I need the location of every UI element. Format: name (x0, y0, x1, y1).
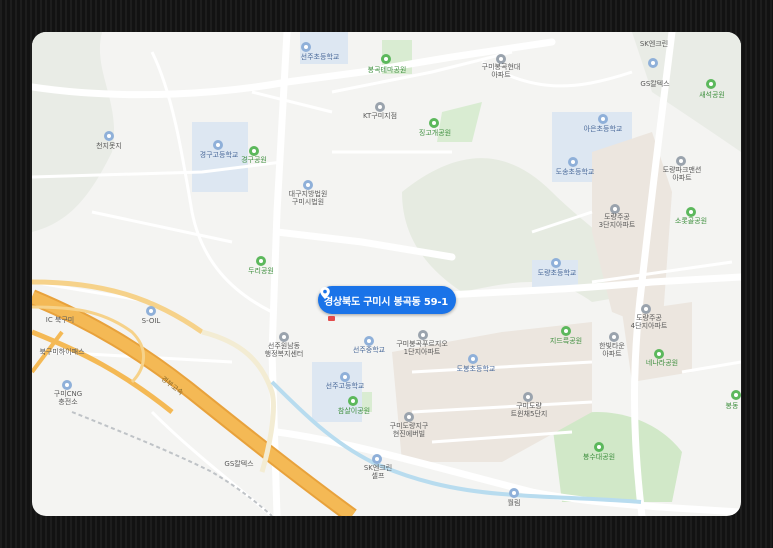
apartment-icon (641, 304, 651, 314)
label-kt-gumi[interactable]: KT구미지점 (363, 112, 397, 120)
school-icon[interactable] (301, 42, 311, 52)
park-icon[interactable] (381, 54, 391, 64)
label-bukgumi-hipass[interactable]: 북구미하이패스 (39, 348, 84, 356)
label-dobong-elem[interactable]: 도봉초등학교 (457, 365, 496, 373)
map-viewport[interactable]: 선주초등학교 봉곡테마공원 구미봉곡현대 아파트 SK엔크린 GS칼텍스 새석공… (32, 32, 741, 516)
label-wolrim[interactable]: 월림 (508, 499, 521, 507)
court-icon[interactable] (303, 180, 313, 190)
park-icon[interactable] (594, 442, 604, 452)
station-icon[interactable] (509, 488, 519, 498)
address-label: 경상북도 구미시 봉곡동 59-1 (324, 296, 449, 308)
apartment-icon (418, 330, 428, 340)
park-icon[interactable] (731, 390, 741, 400)
label-dorang-park-mansion[interactable]: 도량파크맨션 아파트 (663, 166, 702, 182)
label-sk-charger-top[interactable]: SK엔크린 (640, 40, 668, 48)
label-gs-top[interactable]: GS칼텍스 (640, 80, 669, 88)
label-dorang-jugong4[interactable]: 도량주공 4단지아파트 (631, 314, 668, 330)
label-duri-park[interactable]: 두리공원 (248, 267, 274, 275)
school-icon[interactable] (364, 336, 374, 346)
park-icon[interactable] (429, 118, 439, 128)
address-marker[interactable]: 경상북도 구미시 봉곡동 59-1 (318, 286, 457, 314)
location-dot (328, 316, 335, 321)
apartment-icon (609, 332, 619, 342)
label-soil[interactable]: S-OIL (142, 317, 161, 325)
label-bongsudae-park[interactable]: 봉수대공원 (583, 453, 615, 461)
office-icon[interactable] (279, 332, 289, 342)
label-seonju-elem[interactable]: 선주초등학교 (301, 53, 340, 61)
label-dosong-elem[interactable]: 도송초등학교 (556, 168, 595, 176)
school-icon[interactable] (568, 157, 578, 167)
map-base (32, 32, 741, 516)
apartment-icon (523, 392, 533, 402)
label-bonggok-prugio[interactable]: 구미봉곡푸르지오 1단지아파트 (396, 340, 448, 356)
label-cheonji-pond[interactable]: 천지못지 (96, 142, 122, 150)
office-icon[interactable] (375, 102, 385, 112)
label-dorang-town5[interactable]: 구미도량 트윈채5단지 (511, 402, 548, 418)
school-icon[interactable] (213, 140, 223, 150)
location-pin-icon (320, 287, 330, 299)
label-gumi-cng[interactable]: 구미CNG 충전소 (54, 390, 82, 406)
school-icon[interactable] (468, 354, 478, 364)
park-icon[interactable] (348, 396, 358, 406)
label-dorang-jugong3[interactable]: 도량주공 3단지아파트 (599, 213, 636, 229)
label-gyeonggu-park[interactable]: 경구공원 (241, 156, 267, 164)
label-arun-elem[interactable]: 아은초등학교 (584, 125, 623, 133)
label-dorang-district[interactable]: 구미도량지구 현진에버빌 (390, 422, 429, 438)
label-jinggo-park[interactable]: 징고개공원 (419, 129, 451, 137)
label-chamsari-park[interactable]: 참살이공원 (338, 407, 370, 415)
gas-station-icon[interactable] (146, 306, 156, 316)
label-seonju-middle[interactable]: 선주중학교 (353, 346, 385, 354)
label-gs-bottom[interactable]: GS칼텍스 (224, 460, 253, 468)
label-sorok-park[interactable]: 소롯골공원 (675, 217, 707, 225)
apartment-icon (676, 156, 686, 166)
park-icon[interactable] (256, 256, 266, 266)
park-icon[interactable] (249, 146, 259, 156)
school-icon[interactable] (598, 114, 608, 124)
label-saeseok-park[interactable]: 새석공원 (699, 91, 725, 99)
label-bukgumi-ic[interactable]: IC 북구미 (46, 316, 75, 324)
school-icon[interactable] (551, 258, 561, 268)
park-icon[interactable] (654, 349, 664, 359)
label-gyeonggu-high[interactable]: 경구고등학교 (200, 151, 239, 159)
school-icon[interactable] (340, 372, 350, 382)
label-admin-center[interactable]: 선주원남동 행정복지센터 (265, 342, 304, 358)
gas-station-icon[interactable] (62, 380, 72, 390)
label-gumi-bonggok-hyundai[interactable]: 구미봉곡현대 아파트 (482, 63, 521, 79)
label-bonggok-theme-park[interactable]: 봉곡테마공원 (368, 66, 407, 74)
apartment-icon (404, 412, 414, 422)
park-icon[interactable] (561, 326, 571, 336)
label-seonju-high[interactable]: 선주고등학교 (326, 382, 365, 390)
label-jidoreuk-park[interactable]: 지드륵공원 (550, 337, 582, 345)
gas-station-icon[interactable] (648, 58, 658, 68)
label-bonggok-edge[interactable]: 봉동 (726, 402, 739, 410)
label-hanbit-town[interactable]: 한빛타운 아파트 (599, 342, 625, 358)
label-court[interactable]: 대구지방법원 구미시법원 (289, 190, 328, 206)
label-dorang-elem[interactable]: 도량초등학교 (538, 269, 577, 277)
park-icon[interactable] (706, 79, 716, 89)
label-sk-enclean-self[interactable]: SK엔크린 셀프 (364, 464, 392, 480)
gas-station-icon[interactable] (372, 454, 382, 464)
park-icon[interactable] (686, 207, 696, 217)
label-nenara-park[interactable]: 네나라공원 (646, 359, 678, 367)
pond-icon (104, 131, 114, 141)
